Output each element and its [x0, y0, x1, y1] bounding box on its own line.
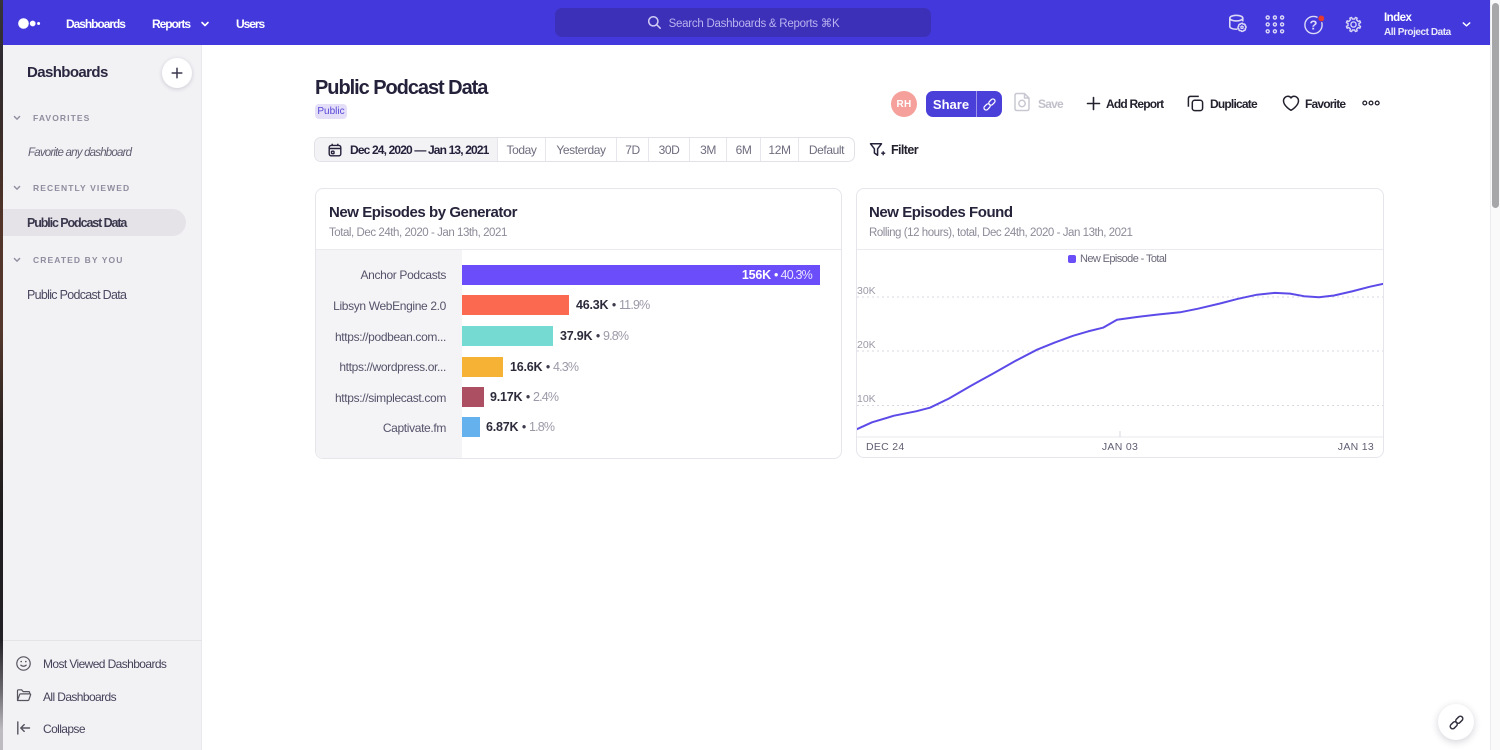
svg-text:?: ?	[1310, 18, 1318, 33]
